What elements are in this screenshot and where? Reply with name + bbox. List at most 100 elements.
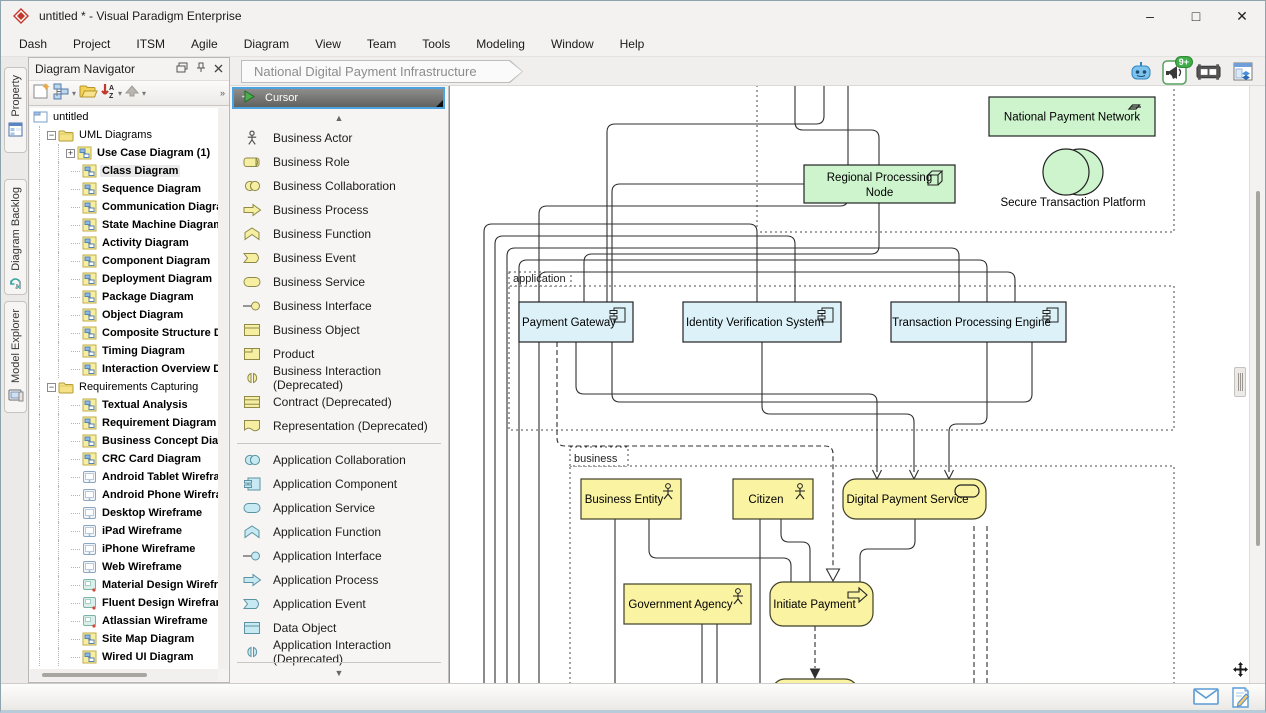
diagram-node-stp[interactable]: Secure Transaction Platform (1000, 149, 1145, 209)
tree-item-component-diagram[interactable]: Component Diagram (30, 252, 218, 270)
palette-item-business-function[interactable]: Business Function (230, 222, 448, 246)
menu-item-window[interactable]: Window (538, 33, 607, 55)
menu-item-view[interactable]: View (302, 33, 354, 55)
connector[interactable] (539, 86, 848, 302)
tree-item-package-diagram[interactable]: Package Diagram (30, 288, 218, 306)
tree-item-ipad-wireframe[interactable]: iPad Wireframe (30, 522, 218, 540)
tree-item-deployment-diagram[interactable]: Deployment Diagram (30, 270, 218, 288)
palette-item-application-component[interactable]: Application Component (230, 472, 448, 496)
tree-item-object-diagram[interactable]: Object Diagram (30, 306, 218, 324)
diagram-node-pg[interactable]: Payment Gateway (519, 302, 633, 342)
menu-item-project[interactable]: Project (60, 33, 123, 55)
tree-vertical-scrollbar[interactable] (218, 108, 228, 669)
tree-item-iphone-wireframe[interactable]: iPhone Wireframe (30, 540, 218, 558)
palette-item-application-interaction-deprecated-[interactable]: Application Interaction (Deprecated) (230, 640, 448, 664)
menu-item-help[interactable]: Help (607, 33, 658, 55)
mail-icon[interactable] (1193, 687, 1219, 711)
palette-item-business-interaction-deprecated-[interactable]: Business Interaction (Deprecated) (230, 366, 448, 390)
palette-item-business-process[interactable]: Business Process (230, 198, 448, 222)
up-dropdown-icon[interactable]: ▾ (141, 89, 147, 98)
tree-item-interaction-overview-diagram[interactable]: Interaction Overview Diagram (30, 360, 218, 378)
tree-item-android-phone-wireframe[interactable]: Android Phone Wireframe (30, 486, 218, 504)
diagram-node-be[interactable]: Business Entity (581, 479, 681, 519)
tree-item-timing-diagram[interactable]: Timing Diagram (30, 342, 218, 360)
connector[interactable] (762, 342, 914, 472)
pan-tool-icon[interactable] (1233, 662, 1248, 682)
palette-item-data-object[interactable]: Data Object (230, 616, 448, 640)
model-structure-dropdown-icon[interactable]: ▾ (71, 89, 77, 98)
tree-item-requirements-capturing[interactable]: −Requirements Capturing (30, 378, 218, 396)
tree-hscroll-thumb[interactable] (42, 673, 147, 677)
connector[interactable] (649, 519, 791, 582)
palette-item-business-collaboration[interactable]: Business Collaboration (230, 174, 448, 198)
diagram-node-npn[interactable]: National Payment Network (989, 97, 1155, 136)
diagram-overview-icon[interactable] (1230, 60, 1255, 85)
menu-item-team[interactable]: Team (354, 33, 409, 55)
connector[interactable] (781, 519, 810, 582)
canvas-vscroll-thumb[interactable] (1256, 191, 1260, 546)
ai-assistant-icon[interactable] (1128, 60, 1153, 85)
palette-item-business-service[interactable]: Business Service (230, 270, 448, 294)
tree-item-material-design-wireframe[interactable]: Material Design Wireframe (30, 576, 218, 594)
palette-item-application-function[interactable]: Application Function (230, 520, 448, 544)
model-structure-icon[interactable] (52, 82, 70, 105)
tree-item-textual-analysis[interactable]: Textual Analysis (30, 396, 218, 414)
menu-item-dash[interactable]: Dash (6, 33, 60, 55)
diagram-node-cit[interactable]: Citizen (733, 479, 813, 519)
side-tab-diagram-backlog[interactable]: Diagram Backlog (4, 179, 27, 295)
tree-item-requirement-diagram[interactable]: Requirement Diagram (30, 414, 218, 432)
application-group[interactable]: application (509, 272, 1174, 430)
palette-item-application-event[interactable]: Application Event (230, 592, 448, 616)
tree-item-class-diagram[interactable]: Class Diagram (30, 162, 218, 180)
tree-item-business-concept-diagram[interactable]: Business Concept Diagram (30, 432, 218, 450)
diagram-canvas[interactable]: applicationbusinessNational Payment Netw… (449, 86, 1265, 683)
palette-item-application-process[interactable]: Application Process (230, 568, 448, 592)
menu-item-modeling[interactable]: Modeling (463, 33, 538, 55)
side-tab-property[interactable]: Property (4, 67, 27, 153)
menu-item-diagram[interactable]: Diagram (231, 33, 302, 55)
tree-item-desktop-wireframe[interactable]: Desktop Wireframe (30, 504, 218, 522)
panel-grip-handle[interactable] (1234, 367, 1246, 397)
tree-item-activity-diagram[interactable]: Activity Diagram (30, 234, 218, 252)
palette-item-business-object[interactable]: Business Object (230, 318, 448, 342)
menu-item-itsm[interactable]: ITSM (123, 33, 178, 55)
tree-item-site-map-diagram[interactable]: Site Map Diagram (30, 630, 218, 648)
announcement-icon[interactable]: 9+ (1162, 60, 1187, 85)
toolbar-overflow-icon[interactable]: » (220, 88, 226, 98)
diagram-node-rpn[interactable]: Regional ProcessingNode (804, 165, 955, 203)
float-icon[interactable] (176, 62, 188, 76)
connector[interactable] (612, 184, 1032, 402)
menu-item-agile[interactable]: Agile (178, 33, 231, 55)
filmstrip-icon[interactable] (1196, 60, 1221, 85)
palette-item-application-collaboration[interactable]: Application Collaboration (230, 448, 448, 472)
diagram-node-ivs[interactable]: Identity Verification System (683, 302, 841, 342)
tree-item-composite-structure-diagram[interactable]: Composite Structure Diagram (30, 324, 218, 342)
diagram-node-dps[interactable]: Digital Payment Service (843, 479, 986, 519)
palette-item-application-interface[interactable]: Application Interface (230, 544, 448, 568)
tree-item-communication-diagram[interactable]: Communication Diagram (30, 198, 218, 216)
tree-expander-icon[interactable]: − (47, 131, 56, 140)
canvas-vertical-scrollbar[interactable] (1249, 86, 1265, 683)
open-folder-icon[interactable] (78, 82, 98, 105)
connector[interactable] (860, 519, 915, 582)
diagram-node-tpe[interactable]: Transaction Processing Engine (891, 302, 1066, 342)
tree-item-untitled[interactable]: untitled (30, 108, 218, 126)
palette-item-application-service[interactable]: Application Service (230, 496, 448, 520)
palette-item-business-role[interactable]: Business Role (230, 150, 448, 174)
minimize-button[interactable]: – (1127, 1, 1173, 31)
menu-item-tools[interactable]: Tools (409, 33, 463, 55)
tree-item-state-machine-diagram[interactable]: State Machine Diagram (30, 216, 218, 234)
maximize-button[interactable]: □ (1173, 1, 1219, 31)
diagram-node-ip[interactable]: Initiate Payment (770, 582, 873, 626)
sort-icon[interactable]: AZ (99, 82, 116, 105)
palette-item-business-interface[interactable]: Business Interface (230, 294, 448, 318)
palette-scroll-up-icon[interactable]: ▲ (230, 113, 448, 123)
close-icon[interactable] (214, 62, 223, 76)
tree-item-crc-card-diagram[interactable]: CRC Card Diagram (30, 450, 218, 468)
connector[interactable] (949, 342, 987, 472)
connector[interactable] (795, 86, 879, 165)
palette-item-contract-deprecated-[interactable]: Contract (Deprecated) (230, 390, 448, 414)
close-button[interactable]: ✕ (1219, 1, 1265, 31)
tree-item-web-wireframe[interactable]: Web Wireframe (30, 558, 218, 576)
new-diagram-icon[interactable] (32, 82, 51, 105)
